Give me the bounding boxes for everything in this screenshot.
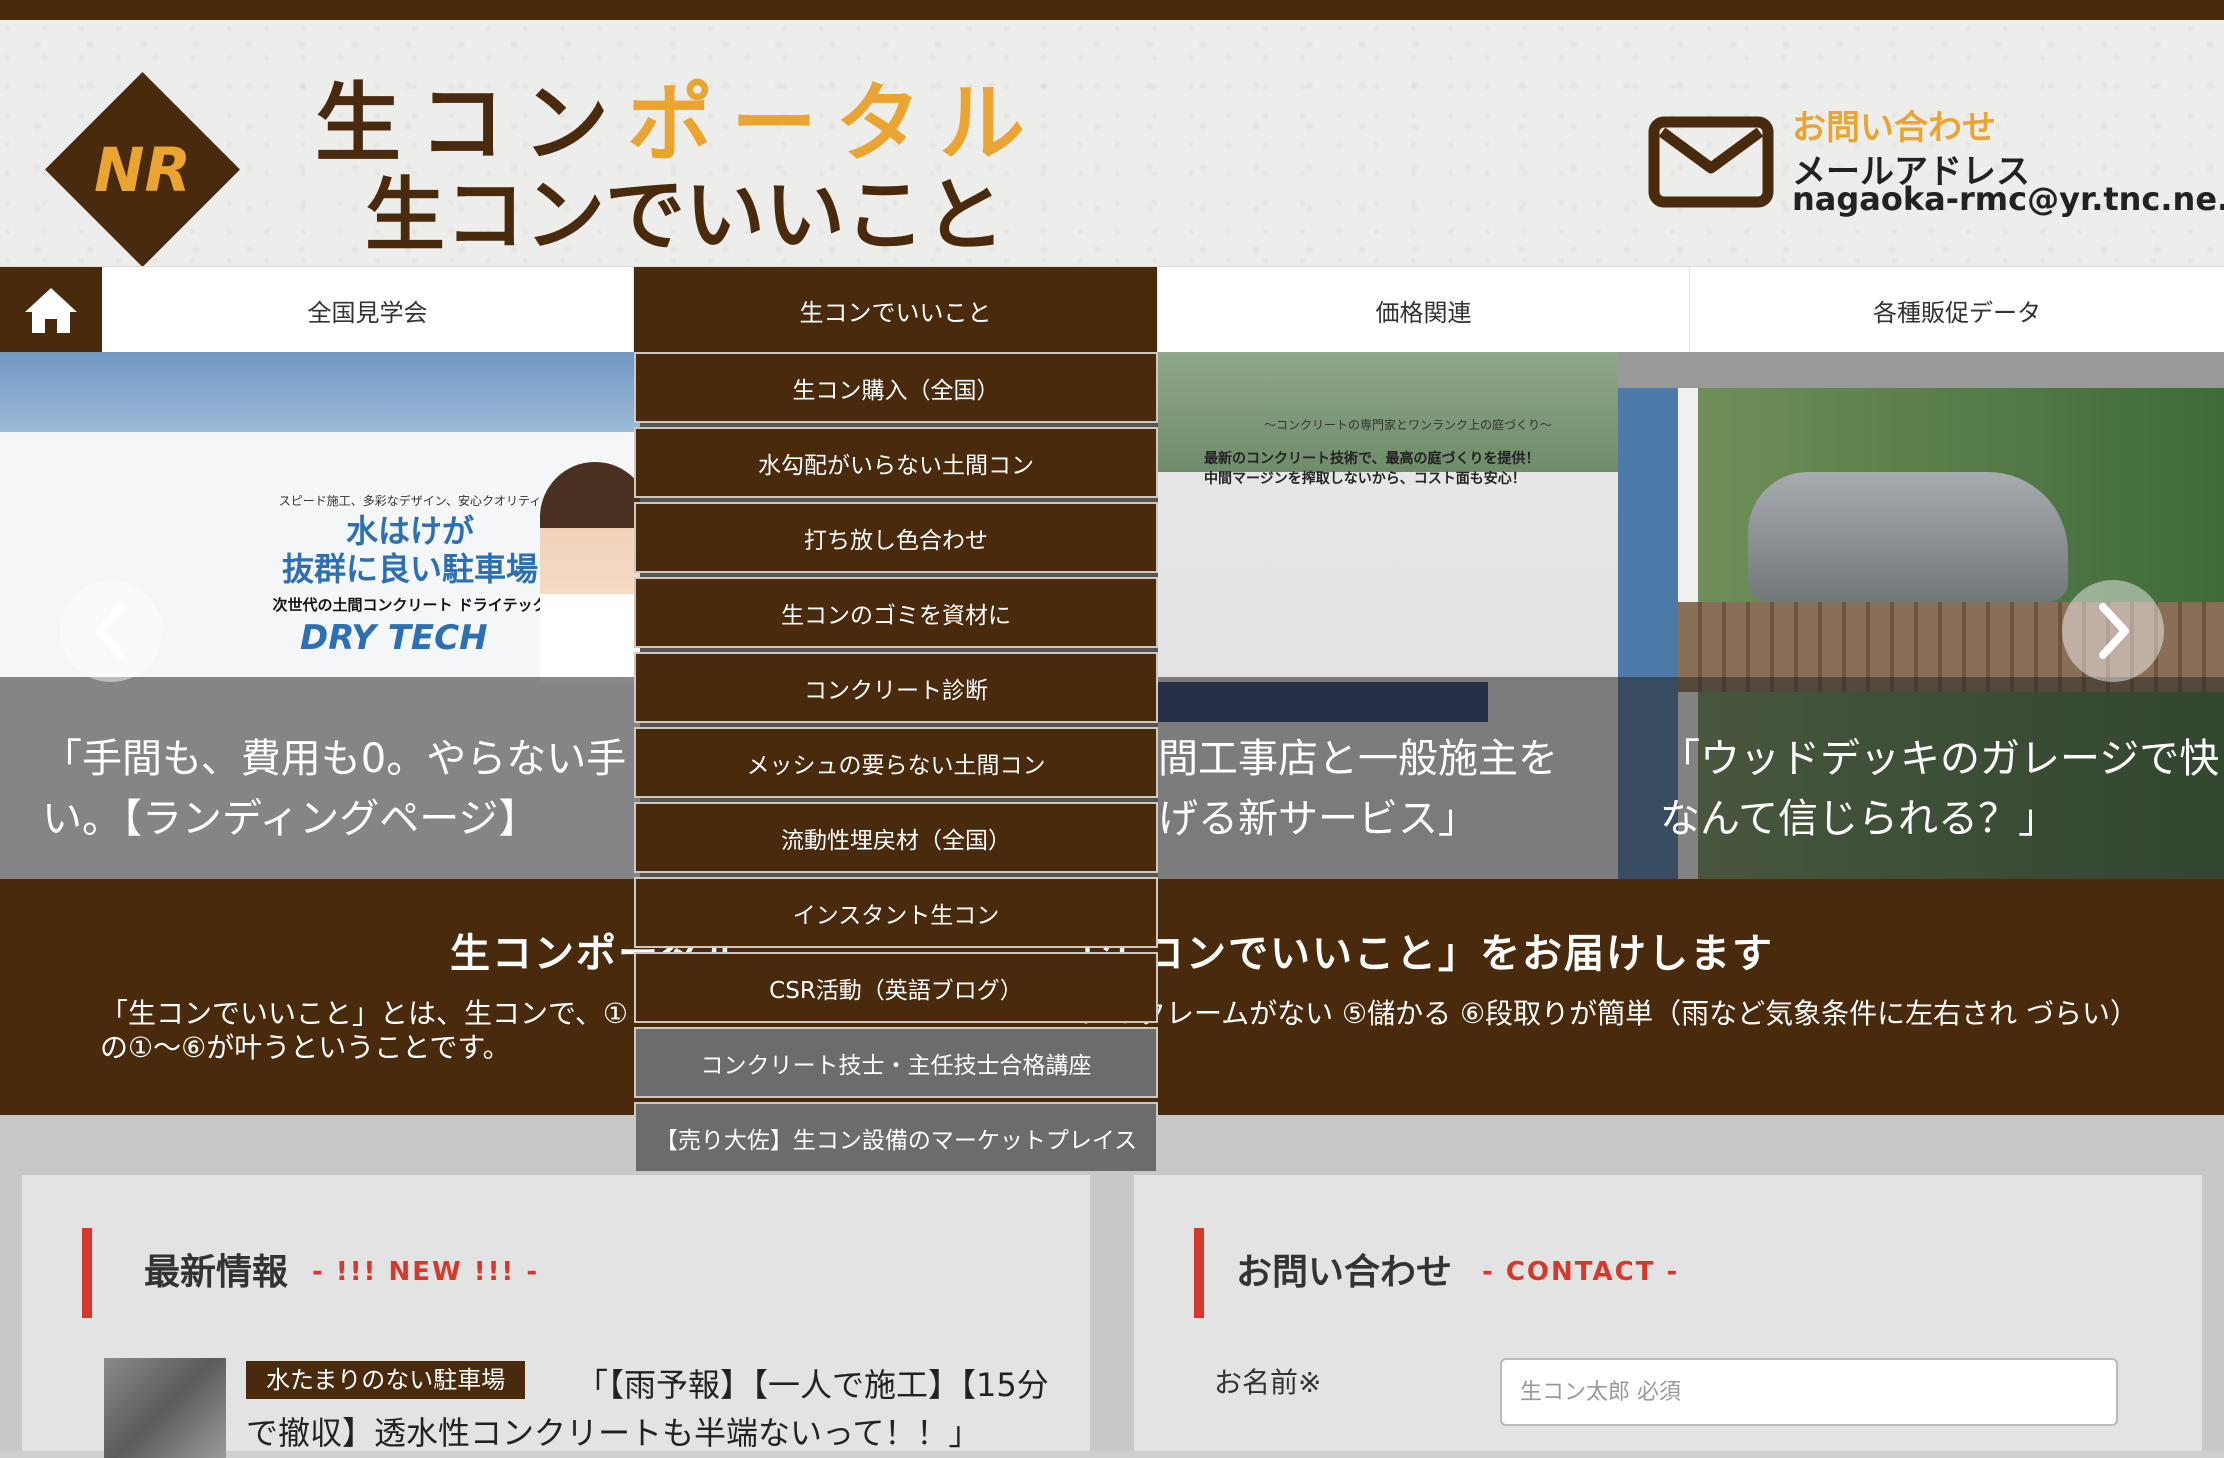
- news-panel: 最新情報 - !!! NEW !!! - 「【雨予報】【一人で施工】【15分で撤…: [22, 1175, 1090, 1458]
- contact-subtitle: - CONTACT -: [1482, 1257, 1680, 1287]
- ad-brand: DRY TECH: [300, 618, 488, 658]
- dropdown-item-instant[interactable]: インスタント生コン: [634, 877, 1158, 948]
- logo-text: NR: [94, 136, 191, 206]
- contact-title-bar: [1194, 1228, 1204, 1318]
- dropdown-item-waste-recycle[interactable]: 生コンのゴミを資材に: [634, 577, 1158, 648]
- header-mail-address[interactable]: nagaoka-rmc@yr.tnc.ne.jp: [1792, 180, 2224, 218]
- slide-caption: 間工事店と一般施主を げる新サービス」: [1158, 677, 1618, 879]
- nav-item-tour[interactable]: 全国見学会: [102, 267, 634, 353]
- main-nav: 全国見学会 生コンでいいこと 価格関連 各種販促データ: [0, 266, 2224, 354]
- nav-item-price[interactable]: 価格関連: [1158, 267, 1690, 353]
- news-title: 最新情報: [144, 1252, 289, 1293]
- nav-item-namacon-iikoto[interactable]: 生コンでいいこと: [634, 267, 1158, 353]
- dropdown-item-no-slope[interactable]: 水勾配がいらない土間コン: [634, 427, 1158, 498]
- dropdown-item-diagnosis[interactable]: コンクリート診断: [634, 652, 1158, 723]
- home-button[interactable]: [0, 267, 102, 353]
- site-title-part2: ポータル: [627, 74, 1043, 174]
- dropdown-item-csr[interactable]: CSR活動（英語ブログ）: [634, 952, 1158, 1023]
- dropdown-item-backfill[interactable]: 流動性埋戻材（全国）: [634, 802, 1158, 873]
- site-title-part1: 生コン: [315, 74, 627, 174]
- site-title-line1[interactable]: 生コンポータル: [315, 72, 1043, 176]
- home-icon: [25, 288, 77, 333]
- dropdown-item-marketplace[interactable]: 【売り大佐】生コン設備のマーケットプレイス: [634, 1102, 1158, 1173]
- slide-caption-text: 「手間も、費用も0。やらない手 い。【ランディングページ】: [42, 736, 627, 842]
- banner-line-1: 最新のコンクリート技術で、最高の庭づくりを提供！: [1204, 451, 1540, 467]
- slide-caption-text: 間工事店と一般施主を げる新サービス」: [1158, 736, 1558, 842]
- slide-caption-text: 「ウッドデッキのガレージで快 なんて信じられる？」: [1660, 736, 2220, 842]
- chevron-right-icon: [2099, 603, 2129, 659]
- name-input[interactable]: [1500, 1358, 2118, 1426]
- name-label: お名前※: [1214, 1366, 1322, 1399]
- contact-title: お問い合わせ: [1236, 1252, 1453, 1293]
- dropdown-item-engineer-course[interactable]: コンクリート技士・主任技士合格講座: [634, 1027, 1158, 1098]
- dropdown-item-color-match[interactable]: 打ち放し色合わせ: [634, 502, 1158, 573]
- dropdown-item-purchase[interactable]: 生コン購入（全国）: [634, 352, 1158, 423]
- ad-small-text: スピード施工、多彩なデザイン、安心クオリティ: [278, 494, 542, 508]
- slide-service[interactable]: 〜コンクリートの専門家とワンランク上の庭づくり〜 最新のコンクリート技術で、最高…: [1158, 352, 1618, 879]
- slide-caption: 「ウッドデッキのガレージで快 なんて信じられる？」: [1618, 677, 2224, 879]
- news-title-bar: [82, 1228, 92, 1318]
- banner-small-text: 〜コンクリートの専門家とワンランク上の庭づくり〜: [1263, 418, 1552, 432]
- site-title-line2[interactable]: 生コンでいいこと: [365, 168, 1005, 264]
- news-category-tag[interactable]: 水たまりのない駐車場: [246, 1361, 526, 1399]
- nav-item-sales-data[interactable]: 各種販促データ: [1690, 267, 2224, 353]
- slide-top-strip: [1618, 352, 2224, 388]
- top-bar: [0, 0, 2224, 20]
- mail-icon[interactable]: [1648, 116, 1774, 208]
- car-image: [1748, 472, 2068, 602]
- ad-headline-1: 水はけが: [345, 512, 474, 550]
- ad-subtitle: 次世代の土間コンクリート ドライテック: [272, 596, 548, 614]
- slider-next-button[interactable]: [2062, 580, 2164, 682]
- ad-headline-2: 抜群に良い駐車場: [281, 550, 538, 588]
- banner-line-2: 中間マージンを搾取しないから、コスト面も安心！: [1204, 471, 1526, 487]
- nav-dropdown-menu: 生コン購入（全国） 水勾配がいらない土間コン 打ち放し色合わせ 生コンのゴミを資…: [634, 352, 1158, 1177]
- header-contact-heading: お問い合わせ: [1792, 108, 1996, 148]
- site-header: NR 生コンポータル 生コンでいいこと お問い合わせ メールアドレス nagao…: [0, 20, 2224, 267]
- ad-model-image: [540, 462, 640, 682]
- slide-caption: 「手間も、費用も0。やらない手 い。【ランディングページ】: [0, 677, 640, 879]
- slider-prev-button[interactable]: [60, 580, 162, 682]
- news-subtitle: - !!! NEW !!! -: [312, 1257, 540, 1287]
- dropdown-item-no-mesh[interactable]: メッシュの要らない土間コン: [634, 727, 1158, 798]
- contact-panel: お問い合わせ - CONTACT - お名前※: [1134, 1175, 2202, 1451]
- chevron-left-icon: [95, 603, 125, 659]
- site-logo[interactable]: NR: [45, 72, 240, 267]
- news-thumbnail[interactable]: [104, 1358, 226, 1458]
